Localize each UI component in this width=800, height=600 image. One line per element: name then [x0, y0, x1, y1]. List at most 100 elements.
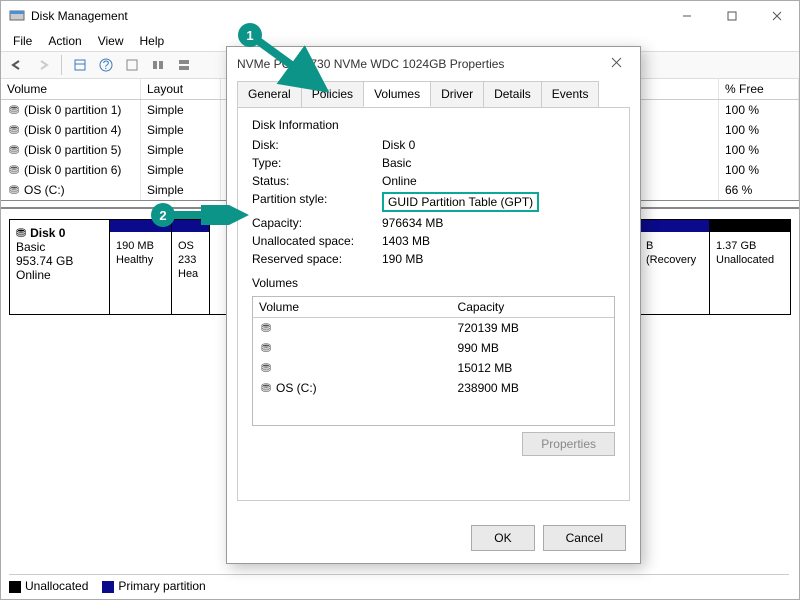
subrow-capacity: 990 MB — [452, 338, 614, 358]
volume-pctfree: 100 % — [719, 100, 799, 120]
menu-file[interactable]: File — [7, 32, 38, 50]
disk-title: Disk 0 — [30, 226, 65, 240]
volume-name: (Disk 0 partition 6) — [24, 163, 121, 177]
menu-action[interactable]: Action — [42, 32, 87, 50]
toolbar-btn-1[interactable] — [68, 54, 92, 76]
label-status: Status: — [252, 174, 382, 188]
volume-layout: Simple — [141, 180, 221, 200]
disk-status: Online — [16, 268, 103, 282]
subtable-row[interactable]: ⛃ 990 MB — [253, 338, 614, 358]
drive-icon: ⛃ — [259, 361, 273, 375]
volume-properties-button[interactable]: Properties — [522, 432, 615, 456]
drive-icon: ⛃ — [7, 143, 21, 157]
value-unallocated: 1403 MB — [382, 234, 615, 248]
volume-name: (Disk 0 partition 5) — [24, 143, 121, 157]
col-volume[interactable]: Volume — [1, 79, 141, 99]
disk-size: 953.74 GB — [16, 254, 103, 268]
minimize-button[interactable] — [664, 1, 709, 31]
value-partition-style: GUID Partition Table (GPT) — [382, 192, 539, 212]
maximize-button[interactable] — [709, 1, 754, 31]
legend: Unallocated Primary partition — [9, 574, 789, 593]
tab-volumes-page: Disk Information Disk:Disk 0 Type:Basic … — [237, 107, 630, 501]
annotation-badge-1: 1 — [238, 23, 262, 47]
volume-layout: Simple — [141, 140, 221, 160]
value-status: Online — [382, 174, 615, 188]
subcol-capacity[interactable]: Capacity — [452, 297, 614, 317]
value-capacity: 976634 MB — [382, 216, 615, 230]
subtable-row[interactable]: ⛃ 15012 MB — [253, 358, 614, 378]
help-button[interactable]: ? — [94, 54, 118, 76]
disk-header[interactable]: ⛃Disk 0 Basic 953.74 GB Online — [10, 220, 110, 314]
partition[interactable]: 190 MBHealthy — [110, 220, 172, 314]
volume-pctfree: 100 % — [719, 120, 799, 140]
legend-swatch-primary — [102, 581, 114, 593]
toolbar-btn-3[interactable] — [120, 54, 144, 76]
partition-label: 1.37 GBUnallocated — [716, 240, 784, 268]
disk-properties-dialog: NVMe PC SN730 NVMe WDC 1024GB Properties… — [226, 46, 641, 564]
svg-text:?: ? — [103, 58, 110, 72]
volume-layout: Simple — [141, 100, 221, 120]
volume-name: (Disk 0 partition 1) — [24, 103, 121, 117]
volume-layout: Simple — [141, 160, 221, 180]
tab-volumes[interactable]: Volumes — [363, 81, 431, 107]
drive-icon: ⛃ — [7, 183, 21, 197]
tab-details[interactable]: Details — [483, 81, 542, 107]
toolbar-btn-4[interactable] — [146, 54, 170, 76]
volume-name: OS (C:) — [24, 183, 65, 197]
label-disk: Disk: — [252, 138, 382, 152]
subrow-capacity: 720139 MB — [452, 318, 614, 338]
tab-events[interactable]: Events — [541, 81, 600, 107]
forward-button[interactable] — [31, 54, 55, 76]
partition[interactable]: B(Recovery — [640, 220, 710, 314]
label-reserved: Reserved space: — [252, 252, 382, 266]
partition-unallocated[interactable]: 1.37 GBUnallocated — [710, 220, 790, 314]
back-button[interactable] — [5, 54, 29, 76]
dialog-close-button[interactable] — [602, 57, 630, 71]
annotation-badge-2: 2 — [151, 203, 175, 227]
value-reserved: 190 MB — [382, 252, 615, 266]
close-button[interactable] — [754, 1, 799, 31]
toolbar-btn-5[interactable] — [172, 54, 196, 76]
subrow-capacity: 15012 MB — [452, 358, 614, 378]
subrow-capacity: 238900 MB — [452, 378, 614, 398]
legend-label: Primary partition — [118, 579, 205, 593]
legend-swatch-unallocated — [9, 581, 21, 593]
disk-type: Basic — [16, 240, 103, 254]
partition-label: OS233Hea — [178, 240, 203, 281]
titlebar: Disk Management — [1, 1, 799, 31]
menu-view[interactable]: View — [92, 32, 130, 50]
drive-icon: ⛃ — [259, 341, 273, 355]
subtable-row[interactable]: ⛃OS (C:) 238900 MB — [253, 378, 614, 398]
partition-label: B(Recovery — [646, 240, 703, 268]
drive-icon: ⛃ — [259, 321, 273, 335]
tab-driver[interactable]: Driver — [430, 81, 484, 107]
legend-label: Unallocated — [25, 579, 88, 593]
volume-layout: Simple — [141, 120, 221, 140]
label-partition-style: Partition style: — [252, 192, 382, 212]
label-capacity: Capacity: — [252, 216, 382, 230]
drive-icon: ⛃ — [7, 163, 21, 177]
menu-help[interactable]: Help — [134, 32, 171, 50]
cancel-button[interactable]: Cancel — [543, 525, 626, 551]
subrow-name: OS (C:) — [276, 381, 317, 395]
value-type: Basic — [382, 156, 615, 170]
volumes-group: Volumes — [252, 276, 615, 290]
volume-pctfree: 100 % — [719, 140, 799, 160]
disk-management-window: Disk Management File Action View Help ? … — [0, 0, 800, 600]
drive-icon: ⛃ — [7, 123, 21, 137]
volume-name: (Disk 0 partition 4) — [24, 123, 121, 137]
subtable-row[interactable]: ⛃ 720139 MB — [253, 318, 614, 338]
subcol-volume[interactable]: Volume — [253, 297, 452, 317]
ok-button[interactable]: OK — [471, 525, 534, 551]
label-type: Type: — [252, 156, 382, 170]
drive-icon: ⛃ — [7, 103, 21, 117]
col-pctfree[interactable]: % Free — [719, 79, 799, 99]
label-unallocated: Unallocated space: — [252, 234, 382, 248]
volume-pctfree: 66 % — [719, 180, 799, 200]
volume-pctfree: 100 % — [719, 160, 799, 180]
col-layout[interactable]: Layout — [141, 79, 221, 99]
drive-icon: ⛃ — [259, 381, 273, 395]
annotation-arrow-2 — [169, 205, 249, 225]
partition[interactable]: OS233Hea — [172, 220, 210, 314]
value-disk: Disk 0 — [382, 138, 615, 152]
